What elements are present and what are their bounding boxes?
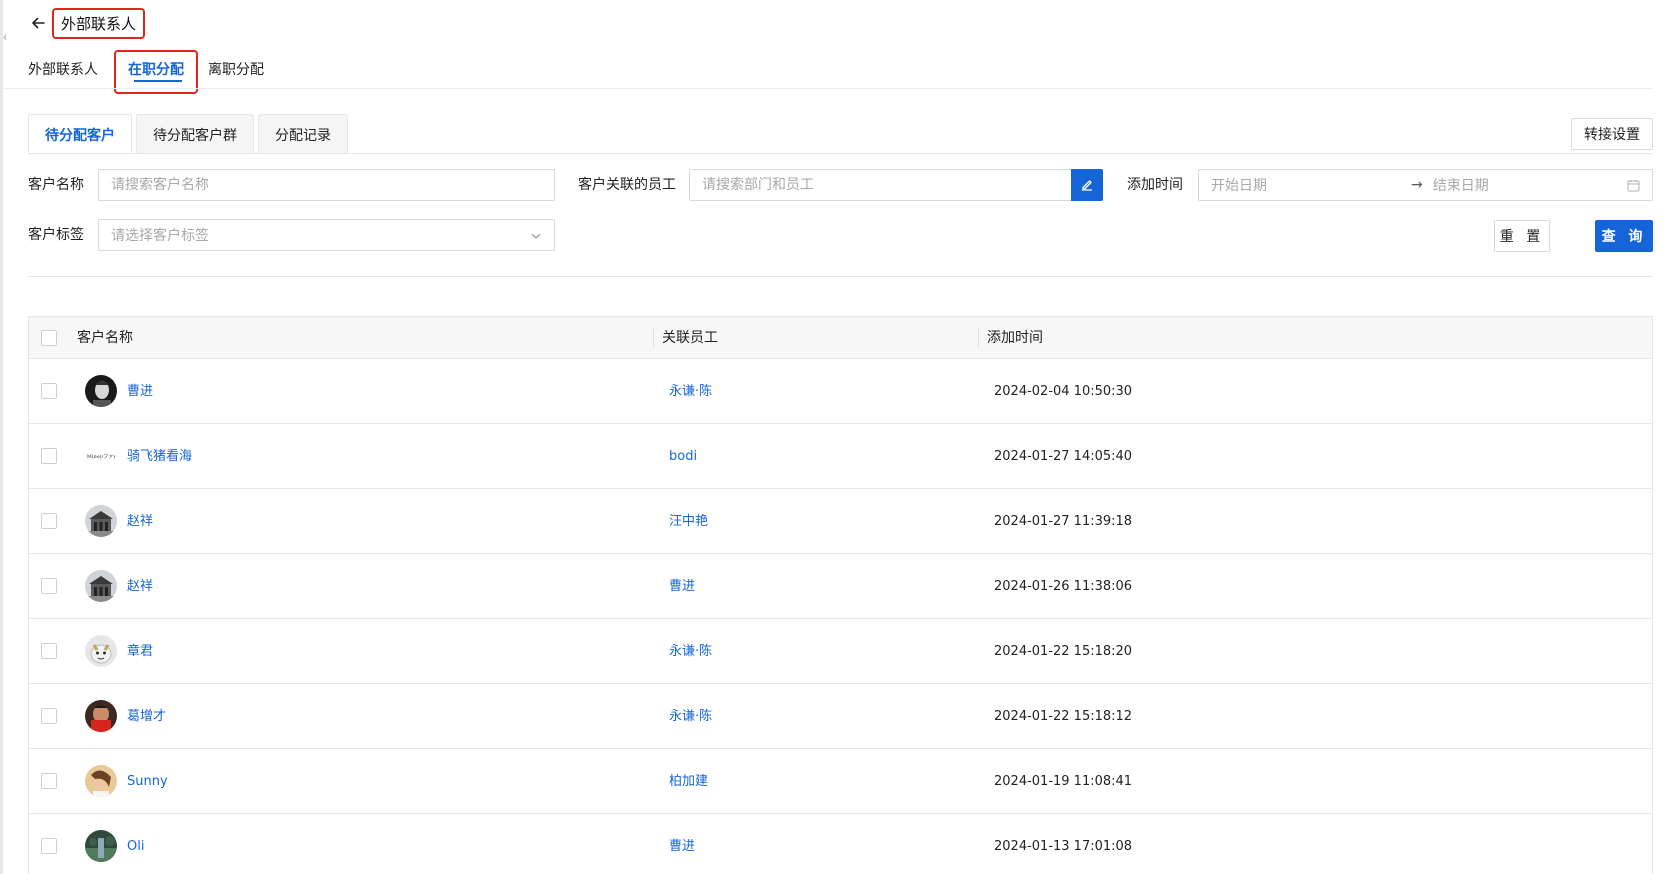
tab-resigned-assign[interactable]: 离职分配 — [208, 50, 264, 79]
tab-onjob-assign-label: 在职分配 — [128, 62, 184, 78]
pencil-icon — [1082, 180, 1092, 191]
end-date-input[interactable]: 结束日期 — [1433, 175, 1489, 195]
employee-name-link[interactable]: 永谦·陈 — [669, 684, 712, 749]
row-checkbox[interactable] — [41, 578, 57, 594]
table-row[interactable]: 赵祥 汪中艳 2024-01-27 11:39:18 — [29, 489, 1652, 554]
avatar — [85, 830, 117, 862]
avatar — [85, 635, 117, 667]
customer-tag-placeholder: 请选择客户标签 — [111, 228, 209, 244]
employee-label: 客户关联的员工 — [578, 177, 676, 193]
avatar — [85, 700, 117, 732]
transfer-settings-button[interactable]: 转接设置 — [1571, 118, 1653, 150]
customer-name-link[interactable]: 赵祥 — [127, 489, 153, 554]
subtab-pending-groups[interactable]: 待分配客户群 — [136, 114, 254, 154]
table-row[interactable]: 曹进 永谦·陈 2024-02-04 10:50:30 — [29, 359, 1652, 424]
column-header-employee: 关联员工 — [662, 330, 718, 346]
table-row[interactable]: Sunny 柏加建 2024-01-19 11:08:41 — [29, 749, 1652, 814]
add-time-value: 2024-02-04 10:50:30 — [994, 384, 1133, 399]
column-header-add-time: 添加时间 — [987, 330, 1043, 346]
row-checkbox[interactable] — [41, 383, 57, 399]
subtab-assign-records[interactable]: 分配记录 — [258, 114, 348, 154]
employee-name-link[interactable]: 永谦·陈 — [669, 619, 712, 684]
active-tab-underline — [134, 80, 182, 82]
edit-employee-button[interactable] — [1071, 169, 1103, 201]
row-checkbox[interactable] — [41, 513, 57, 529]
customer-tag-select[interactable]: 请选择客户标签 — [98, 219, 555, 251]
reset-button[interactable]: 重 置 — [1494, 220, 1550, 252]
customer-name-input[interactable] — [111, 177, 542, 193]
customer-name-link[interactable]: 赵祥 — [127, 554, 153, 619]
column-separator — [978, 328, 979, 348]
title-row: 外部联系人 — [28, 7, 146, 39]
subtab-pending-customers[interactable]: 待分配客户 — [28, 114, 132, 154]
sub-tabs: 待分配客户 待分配客户群 分配记录 — [28, 114, 352, 154]
add-time-value: 2024-01-27 11:39:18 — [994, 514, 1133, 529]
employee-name-link[interactable]: 汪中艳 — [669, 489, 708, 554]
divider — [4, 88, 1653, 89]
table-row[interactable]: 章君 永谦·陈 2024-01-22 15:18:20 — [29, 619, 1652, 684]
customer-name-label: 客户名称 — [28, 177, 84, 193]
customer-name-field[interactable] — [98, 169, 555, 201]
employee-name-link[interactable]: 曹进 — [669, 554, 695, 619]
table-row[interactable]: 葛增才 永谦·陈 2024-01-22 15:18:12 — [29, 684, 1652, 749]
employee-name-link[interactable]: 柏加建 — [669, 749, 708, 814]
divider — [28, 276, 1653, 277]
add-time-value: 2024-01-13 17:01:08 — [994, 839, 1133, 854]
column-separator — [653, 328, 654, 348]
divider — [28, 153, 1653, 154]
table-row[interactable]: 赵祥 曹进 2024-01-26 11:38:06 — [29, 554, 1652, 619]
arrow-right-icon: → — [1411, 177, 1423, 193]
table-row[interactable]: Mine(/ファ) 骑飞猪看海 bodi 2024-01-27 14:05:40 — [29, 424, 1652, 489]
employee-search-input[interactable] — [702, 177, 1090, 193]
avatar — [85, 375, 117, 407]
calendar-icon — [1627, 180, 1640, 192]
customer-table: 客户名称 关联员工 添加时间 曹进 永谦·陈 2024-02-04 10:50:… — [28, 316, 1653, 874]
employee-name-link[interactable]: bodi — [669, 424, 697, 489]
customer-name-link[interactable]: 章君 — [127, 619, 153, 684]
customer-name-link[interactable]: Oli — [127, 814, 144, 874]
table-row[interactable]: Oli 曹进 2024-01-13 17:01:08 — [29, 814, 1652, 874]
add-time-value: 2024-01-19 11:08:41 — [994, 774, 1133, 789]
customer-name-link[interactable]: 曹进 — [127, 359, 153, 424]
left-edge-bar — [0, 0, 3, 874]
customer-name-link[interactable]: 骑飞猪看海 — [127, 424, 192, 489]
add-time-label: 添加时间 — [1127, 177, 1183, 193]
customer-name-link[interactable]: Sunny — [127, 749, 168, 814]
row-checkbox[interactable] — [41, 448, 57, 464]
page: 外部联系人 外部联系人 在职分配 离职分配 待分配客户 待分配客户群 分配记录 … — [4, 0, 1653, 874]
row-checkbox[interactable] — [41, 708, 57, 724]
page-title: 外部联系人 — [52, 7, 146, 39]
avatar: Mine(/ファ) — [86, 453, 116, 460]
collapse-sidebar-icon[interactable]: ‹ — [0, 26, 10, 48]
select-all-checkbox[interactable] — [41, 330, 57, 346]
customer-name-link[interactable]: 葛增才 — [127, 684, 166, 749]
avatar — [85, 570, 117, 602]
row-checkbox[interactable] — [41, 643, 57, 659]
row-checkbox[interactable] — [41, 838, 57, 854]
add-time-value: 2024-01-22 15:18:20 — [994, 644, 1133, 659]
avatar — [85, 765, 117, 797]
back-arrow-icon[interactable] — [28, 13, 48, 33]
employee-name-link[interactable]: 曹进 — [669, 814, 695, 874]
row-checkbox[interactable] — [41, 773, 57, 789]
add-time-value: 2024-01-26 11:38:06 — [994, 579, 1133, 594]
chevron-down-icon — [531, 233, 541, 239]
tab-external-contacts[interactable]: 外部联系人 — [28, 50, 98, 79]
customer-tag-label: 客户标签 — [28, 227, 84, 243]
add-time-value: 2024-01-22 15:18:12 — [994, 709, 1133, 724]
employee-field[interactable] — [689, 169, 1103, 201]
start-date-input[interactable]: 开始日期 — [1211, 175, 1401, 195]
avatar — [85, 505, 117, 537]
table-header: 客户名称 关联员工 添加时间 — [29, 317, 1652, 359]
add-time-value: 2024-01-27 14:05:40 — [994, 449, 1133, 464]
query-button[interactable]: 查 询 — [1595, 220, 1653, 252]
date-range-field[interactable]: 开始日期 → 结束日期 — [1198, 169, 1653, 201]
employee-name-link[interactable]: 永谦·陈 — [669, 359, 712, 424]
column-header-customer: 客户名称 — [77, 330, 133, 346]
